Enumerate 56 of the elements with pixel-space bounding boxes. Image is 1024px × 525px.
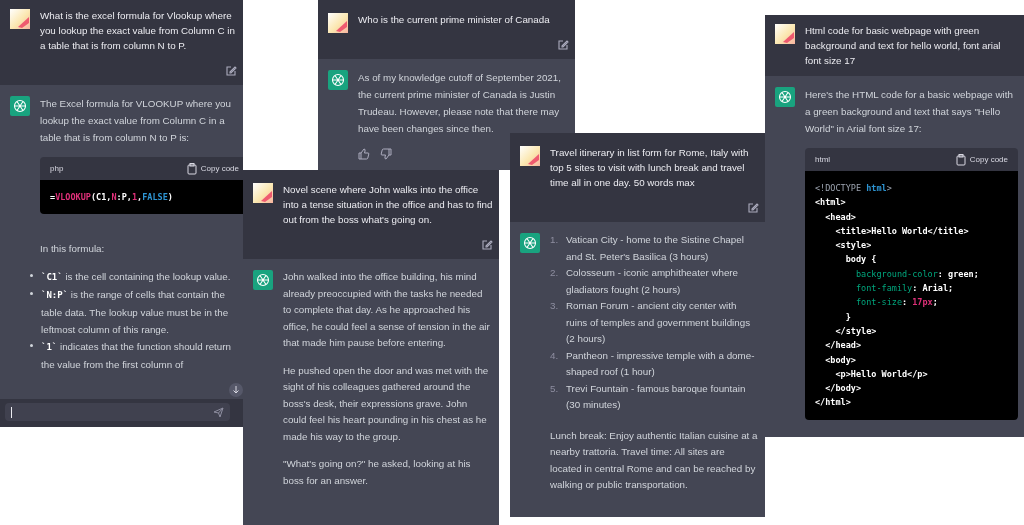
list-item-text: `C1` is the cell containing the lookup value. [41, 270, 231, 285]
bot-avatar-icon [520, 233, 540, 253]
copy-code-button[interactable]: Copy code [955, 151, 1008, 168]
user-avatar [10, 9, 30, 29]
reply-text: The Excel formula for VLOOKUP where you lookup the exact value from Column C in a table that is from column N to P is: [40, 97, 232, 145]
bot-avatar-icon [253, 270, 273, 290]
list-item-text: Trevi Fountain - famous baroque fountain (30 minutes) [566, 381, 747, 412]
prompt-text: Who is the current prime minister of Canada [358, 13, 551, 27]
list-number: 4. [550, 348, 560, 363]
list-number: 3. [550, 299, 560, 313]
send-icon[interactable] [213, 406, 224, 418]
clipboard-icon [186, 162, 197, 175]
list-item-text: Pantheon - impressive temple with a dome-shaped roof (1 hour) [566, 348, 756, 379]
reply-text: In this formula: [40, 242, 106, 257]
list-item-text: Roman Forum - ancient city center with ruins of temples and government buildings (2 hours) [566, 299, 752, 346]
bullet-dot [30, 292, 33, 296]
prompt-text: Html code for basic webpage with green background and text for hello world, font arial font size 17 [805, 24, 1002, 68]
reply-text: John walked into the office building, his mind already preoccupied with the tasks he needed to complete that day. As he approached his office, he could feel a sense of tension in the air that made him pause before entering. [283, 270, 491, 350]
scroll-down-icon[interactable] [229, 383, 243, 397]
reply-text: Here's the HTML code for a basic webpage with a green background and text that says "Hello World" in Arial font size 17: [805, 88, 1014, 136]
thumbs-down-icon[interactable] [380, 148, 392, 160]
list-number: 2. [550, 266, 560, 280]
edit-icon[interactable] [747, 202, 759, 214]
user-avatar [775, 24, 795, 44]
reply-text: He pushed open the door and was met with the sight of his colleagues gathered around the boss's desk, their expressions grave. John could feel his heart pounding in his chest as he made his way to the group. [283, 363, 490, 444]
edit-icon[interactable] [225, 65, 237, 77]
bullet-dot [30, 344, 33, 348]
user-avatar [328, 13, 348, 33]
edit-icon[interactable] [481, 239, 493, 251]
bullet-dot [30, 274, 33, 278]
code-block: =VLOOKUP(C1,N:P,1,FALSE) [40, 180, 243, 215]
message-input[interactable] [5, 403, 230, 421]
list-item-text: `N:P` is the range of cells that contain the table data. The lookup value must be in the leftmost column of this range. [41, 288, 230, 338]
reply-text: As of my knowledge cutoff of September 2021, the current prime minister of Canada is Justin Trudeau. However, please note that there may have been changes since then. [358, 71, 562, 136]
code-language: php [50, 163, 64, 175]
edit-icon[interactable] [557, 39, 569, 51]
list-item-text: Colosseum - iconic amphitheater where gladiators fought (2 hours) [566, 266, 740, 297]
user-avatar [520, 146, 540, 166]
prompt-text: Novel scene where John walks into the office into a tense situation in the office and has to find out from the boss what's going on. [283, 183, 493, 227]
list-item-text: Vatican City - home to the Sistine Chapel and St. Peter's Basilica (3 hours) [566, 233, 745, 264]
list-item-text: `1` indicates that the function should return the value from the first column of [41, 340, 232, 373]
thumbs-up-icon[interactable] [358, 148, 370, 160]
user-avatar [253, 183, 273, 203]
prompt-text: What is the excel formula for Vlookup where you lookup the exact value from Column C in a table that is from column N to P. [40, 9, 236, 53]
code-language: html [815, 154, 831, 166]
bot-avatar-icon [775, 87, 795, 107]
list-number: 1. [550, 233, 560, 247]
code-block: <!DOCTYPE html> <html> <head> <title>Hello World</title> <style> body { background-color: green; font-family: Arial; font-size: 17px; } </style> </head> <body> <p>Hello World</p> </body> </html> [805, 171, 1018, 420]
reply-text: Lunch break: Enjoy authentic Italian cuisine at a nearby trattoria. Travel time: All sites are located in central Rome and can be reached by walking or public transportation. [550, 428, 759, 492]
reply-text: "What's going on?" he asked, looking at his boss for an answer. [283, 457, 472, 488]
copy-code-button[interactable]: Copy code [186, 160, 239, 177]
bot-avatar-icon [10, 96, 30, 116]
list-number: 5. [550, 381, 560, 396]
clipboard-icon [955, 153, 966, 166]
prompt-text: Travel itinerary in list form for Rome, Italy with top 5 sites to visit with lunch break and travel time all in one day. 50 words max [550, 146, 750, 190]
bot-avatar-icon [328, 70, 348, 90]
